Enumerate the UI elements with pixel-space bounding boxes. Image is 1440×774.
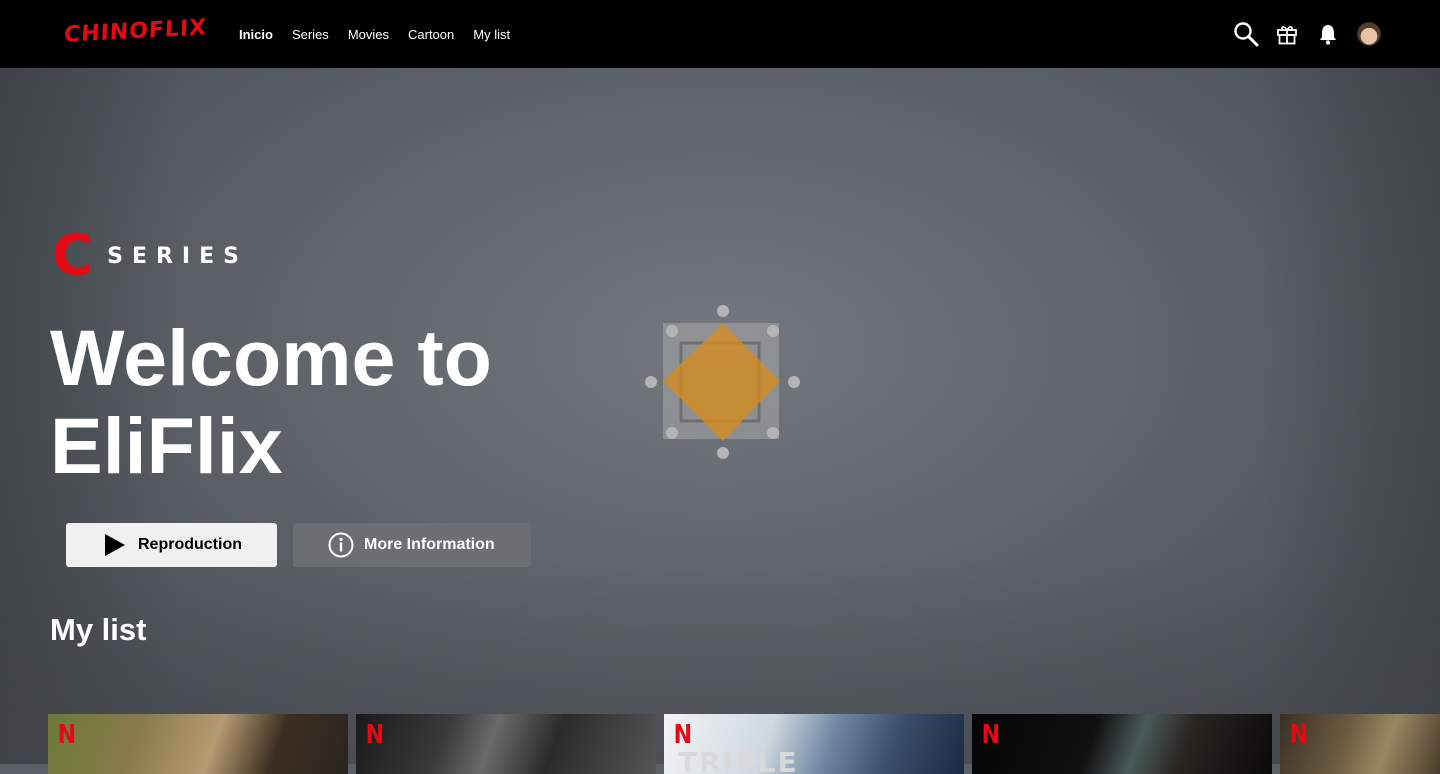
bell-icon[interactable] <box>1315 20 1341 48</box>
more-info-button-label: More Information <box>364 536 495 553</box>
main-nav: Inicio Series Movies Cartoon My list <box>239 0 529 68</box>
nav-item-my-list[interactable]: My list <box>473 27 510 42</box>
more-info-button[interactable]: More Information <box>293 523 531 567</box>
play-button-label: Reproduction <box>138 536 242 553</box>
avatar[interactable] <box>1356 20 1382 48</box>
series-badge-word: SERIES <box>107 243 248 269</box>
list-item[interactable]: N <box>48 714 348 774</box>
list-item[interactable]: N TRIPLE <box>664 714 964 774</box>
netflix-badge: N <box>57 720 77 750</box>
list-item[interactable]: N <box>972 714 1272 774</box>
nav-item-movies[interactable]: Movies <box>348 27 389 42</box>
loading-icon <box>645 305 800 459</box>
series-badge: C SERIES <box>52 228 248 284</box>
netflix-badge: N <box>673 720 693 750</box>
brand-logo[interactable]: CHINOFLIX <box>63 15 207 48</box>
netflix-badge: N <box>365 720 385 750</box>
series-badge-letter: C <box>52 223 94 288</box>
nav-item-inicio[interactable]: Inicio <box>239 27 273 42</box>
hero-title: Welcome to EliFlix <box>50 313 492 490</box>
play-button[interactable]: Reproduction <box>66 523 277 567</box>
nav-item-cartoon[interactable]: Cartoon <box>408 27 454 42</box>
card-title-text: TRIPLE <box>678 746 799 774</box>
search-icon[interactable] <box>1233 20 1259 48</box>
gift-icon[interactable] <box>1274 20 1300 48</box>
header-icons <box>1218 20 1382 48</box>
avatar-image <box>1357 22 1381 46</box>
netflix-badge: N <box>1289 720 1309 750</box>
top-navbar: CHINOFLIX Inicio Series Movies Cartoon M… <box>0 0 1440 68</box>
netflix-badge: N <box>981 720 1001 750</box>
nav-item-series[interactable]: Series <box>292 27 329 42</box>
list-item[interactable]: N <box>1280 714 1440 774</box>
list-item[interactable]: N <box>356 714 656 774</box>
info-icon <box>328 532 354 558</box>
row-title-my-list: My list <box>50 612 147 647</box>
play-icon <box>104 533 126 557</box>
